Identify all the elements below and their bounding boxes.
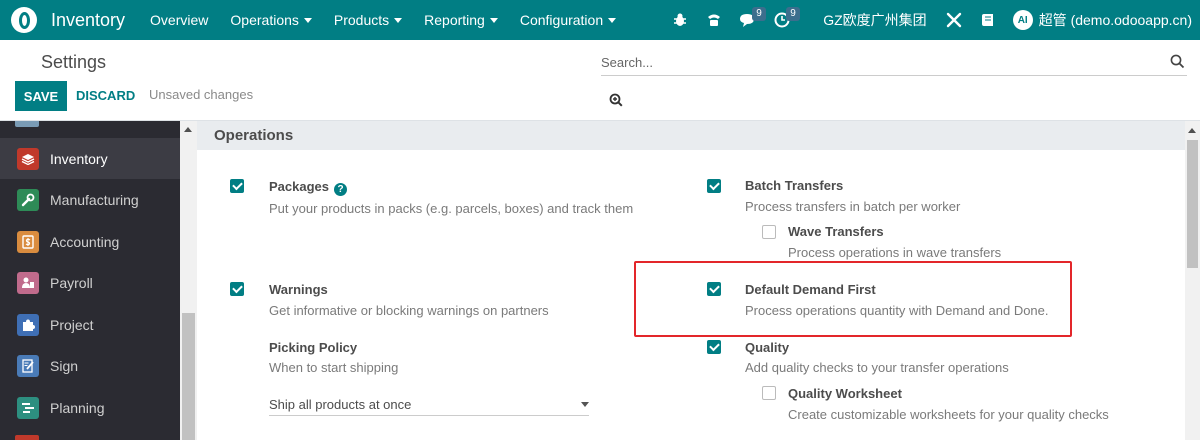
systray: 9 9 GZ欧度广州集团 AI 超管 (demo.odooapp.cn) (663, 0, 1200, 40)
discard-button[interactable]: DISCARD (76, 88, 135, 103)
dollar-icon (17, 230, 39, 253)
select-value: Ship all products at once (269, 397, 412, 412)
packages-setting: Packages? (269, 179, 347, 196)
menu-products[interactable]: Products (334, 12, 403, 28)
user-menu[interactable]: 超管 (demo.odooapp.cn) (1039, 10, 1192, 30)
chat-icon[interactable]: 9 (737, 0, 766, 40)
scroll-up-arrow-icon[interactable] (1188, 128, 1196, 133)
setting-description: Get informative or blocking warnings on … (269, 303, 549, 318)
activity-count-badge: 9 (786, 7, 800, 21)
inventory-icon (17, 147, 39, 170)
quality-checkbox[interactable] (707, 340, 721, 354)
sidebar-item-planning[interactable]: Planning (0, 387, 180, 428)
search-input[interactable] (601, 50, 1161, 74)
setting-title: Wave Transfers (788, 224, 884, 239)
setting-title: Batch Transfers (745, 178, 844, 193)
chevron-down-icon (303, 17, 312, 23)
chevron-down-icon (608, 17, 617, 23)
sidebar-item-label: Accounting (50, 233, 120, 250)
chevron-down-icon (394, 17, 403, 23)
setting-description: Add quality checks to your transfer oper… (745, 360, 1009, 375)
menu-reporting[interactable]: Reporting (424, 12, 498, 28)
sidebar-item-project[interactable]: Project (0, 304, 180, 345)
setting-description: Process operations quantity with Demand … (745, 303, 1049, 318)
section-header: Operations (197, 121, 1185, 150)
setting-title: Quality (745, 340, 790, 355)
chat-count-badge: 9 (752, 7, 766, 21)
sign-icon (17, 354, 39, 377)
content-scroll-thumb[interactable] (1187, 140, 1198, 268)
unsaved-status: Unsaved changes (149, 87, 254, 102)
section-title: Operations (214, 127, 294, 144)
setting-description: Create customizable worksheets for your … (788, 407, 1109, 422)
sidebar-item-accounting[interactable]: Accounting (0, 221, 180, 262)
sidebar-item-inventory[interactable]: Inventory (0, 138, 180, 179)
scroll-up-arrow-icon[interactable] (184, 127, 192, 132)
sidebar-item-label: Sign (50, 357, 79, 374)
save-button[interactable]: SAVE (15, 81, 67, 111)
setting-title: Warnings (269, 282, 328, 297)
chevron-down-icon (581, 402, 589, 407)
sidebar-item-label: Inventory (50, 150, 108, 167)
sidebar-scrollbar[interactable] (180, 121, 197, 440)
planning-icon (17, 396, 39, 419)
packages-checkbox[interactable] (230, 179, 244, 193)
phone-icon[interactable] (703, 0, 725, 40)
batch-transfers-checkbox[interactable] (707, 179, 721, 193)
settings-sidebar: Inventory Manufacturing Accounting Payro… (0, 121, 180, 440)
sidebar-item-label: Payroll (50, 274, 93, 291)
chevron-down-icon (489, 17, 498, 23)
sidebar-item-sign[interactable]: Sign (0, 345, 180, 386)
search-bar (601, 50, 1187, 76)
setting-title: Quality Worksheet (788, 386, 902, 401)
search-icon[interactable] (1170, 54, 1185, 69)
settings-content: Operations Packages? Put your products i… (197, 121, 1185, 440)
quality-worksheet-checkbox[interactable] (762, 386, 776, 400)
warnings-checkbox[interactable] (230, 282, 244, 296)
odoo-logo-icon[interactable] (11, 7, 37, 33)
puzzle-icon (17, 313, 39, 336)
setting-description: When to start shipping (269, 360, 399, 375)
menu-operations[interactable]: Operations (230, 12, 312, 28)
wrench-icon (17, 188, 39, 211)
user-avatar[interactable]: AI (1012, 10, 1033, 30)
setting-title: Packages (269, 179, 329, 194)
content-scrollbar[interactable] (1185, 121, 1200, 440)
sidebar-item-label: Project (50, 316, 94, 333)
sidebar-item-manufacturing[interactable]: Manufacturing (0, 179, 180, 220)
partial-app-icon (15, 435, 39, 440)
control-panel: Settings SAVE DISCARD Unsaved changes (0, 40, 1200, 121)
help-icon[interactable]: ? (334, 183, 347, 196)
zoom-in-icon[interactable] (609, 93, 623, 107)
book-icon[interactable] (977, 0, 999, 40)
picking-policy-select[interactable]: Ship all products at once (269, 394, 589, 416)
sidebar-item-label: Manufacturing (50, 191, 139, 208)
menu-configuration[interactable]: Configuration (520, 12, 617, 28)
sidebar-item-label: Planning (50, 399, 105, 416)
sidebar-scroll-thumb[interactable] (182, 313, 195, 440)
setting-description: Process operations in wave transfers (788, 245, 1002, 260)
partial-app-icon (15, 121, 39, 127)
top-navbar: Inventory Overview Operations Products R… (0, 0, 1200, 40)
default-demand-first-checkbox[interactable] (707, 282, 721, 296)
tools-icon[interactable] (943, 0, 965, 40)
setting-title: Default Demand First (745, 282, 876, 297)
highlight-box (634, 261, 1072, 337)
company-switcher[interactable]: GZ欧度广州集团 (823, 10, 926, 30)
bug-icon[interactable] (669, 0, 691, 40)
clock-icon[interactable]: 9 (771, 0, 800, 40)
sidebar-item-payroll[interactable]: Payroll (0, 262, 180, 303)
payroll-icon (17, 271, 39, 294)
app-title[interactable]: Inventory (51, 10, 125, 31)
setting-description: Put your products in packs (e.g. parcels… (269, 201, 634, 216)
menu-overview[interactable]: Overview (150, 12, 208, 28)
setting-title: Picking Policy (269, 340, 358, 355)
setting-description: Process transfers in batch per worker (745, 199, 961, 214)
page-title: Settings (41, 52, 107, 72)
wave-transfers-checkbox[interactable] (762, 225, 776, 239)
